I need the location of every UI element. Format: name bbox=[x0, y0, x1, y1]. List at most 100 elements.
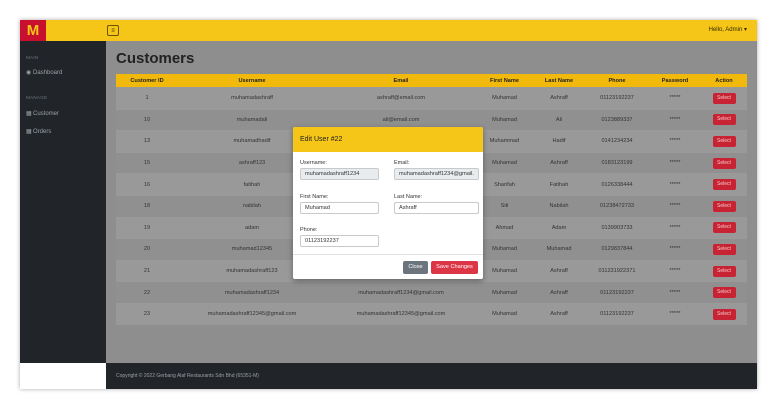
password-cell: ***** bbox=[649, 281, 701, 304]
last-name-cell: Fatihah bbox=[533, 173, 585, 196]
last-name-label: Last Name: bbox=[394, 194, 423, 200]
customer-id-cell: 1 bbox=[116, 87, 178, 110]
action-cell: Select bbox=[701, 281, 747, 304]
select-button[interactable]: Select bbox=[712, 135, 736, 147]
select-button[interactable]: Select bbox=[712, 114, 736, 126]
customer-id-cell: 15 bbox=[116, 151, 178, 174]
customer-id-cell: 22 bbox=[116, 281, 178, 304]
username-cell: muhamadashraff1234 bbox=[178, 281, 326, 304]
customer-id-cell: 20 bbox=[116, 238, 178, 261]
sidebar-section-manage: MANAGE bbox=[26, 95, 48, 100]
select-button[interactable]: Select bbox=[712, 92, 736, 104]
column-header: Email bbox=[326, 74, 476, 88]
username-cell: muhamadashraff bbox=[178, 87, 326, 110]
first-name-label: First Name: bbox=[300, 194, 329, 200]
first-name-field[interactable] bbox=[300, 202, 379, 214]
close-button[interactable]: Close bbox=[403, 261, 428, 274]
last-name-cell: Nabilah bbox=[533, 194, 585, 218]
last-name-cell: Ashraff bbox=[533, 281, 585, 304]
last-name-cell: Ashraff bbox=[533, 302, 585, 325]
sidebar-item-customer[interactable]: ▦Customer bbox=[26, 110, 59, 117]
last-name-field[interactable] bbox=[394, 202, 479, 214]
action-cell: Select bbox=[701, 216, 747, 239]
password-cell: ***** bbox=[649, 130, 701, 153]
last-name-cell: Ashraff bbox=[533, 259, 585, 282]
app-window: M ≡ Hello, Admin ▾ MAIN ◉ Dashboard MANAG… bbox=[20, 20, 757, 389]
select-button[interactable]: Select bbox=[712, 222, 736, 234]
password-cell: ***** bbox=[649, 216, 701, 239]
column-header: Password bbox=[649, 74, 701, 88]
select-button[interactable]: Select bbox=[712, 308, 736, 320]
column-header: Customer ID bbox=[116, 74, 178, 88]
select-button[interactable]: Select bbox=[712, 200, 736, 212]
username-label: Username: bbox=[300, 160, 327, 166]
select-button[interactable]: Select bbox=[712, 287, 736, 299]
first-name-cell: Muhamad bbox=[476, 151, 533, 174]
first-name-cell: Muhamad bbox=[476, 87, 533, 110]
last-name-cell: Ashraff bbox=[533, 87, 585, 110]
customer-id-cell: 16 bbox=[116, 173, 178, 196]
phone-cell: 0123889337 bbox=[585, 108, 649, 131]
sidebar-item-label: Customer bbox=[33, 111, 60, 117]
sidebar-toggle-button[interactable]: ≡ bbox=[107, 25, 119, 36]
footer: Copyright © 2022 Gerbang Alaf Restaurant… bbox=[106, 363, 757, 389]
select-button[interactable]: Select bbox=[712, 243, 736, 255]
phone-cell: 0183123199 bbox=[585, 151, 649, 174]
password-cell: ***** bbox=[649, 238, 701, 261]
edit-user-modal: Edit User #22 Username: Email: First Nam… bbox=[293, 127, 483, 279]
column-header: First Name bbox=[476, 74, 533, 88]
email-cell: muhamadashraff12345@gmail.com bbox=[326, 302, 476, 325]
first-name-cell: Siti bbox=[476, 194, 533, 218]
action-cell: Select bbox=[701, 108, 747, 131]
last-name-cell: Ashraff bbox=[533, 151, 585, 174]
user-menu-dropdown[interactable]: Hello, Admin ▾ bbox=[709, 26, 747, 33]
table-icon: ▦ bbox=[26, 111, 32, 117]
username-field[interactable] bbox=[300, 168, 379, 180]
phone-field[interactable] bbox=[300, 235, 379, 247]
select-button[interactable]: Select bbox=[712, 157, 736, 169]
table-icon: ▦ bbox=[26, 129, 32, 135]
table-header-row: Customer ID Username Email First Name La… bbox=[116, 74, 747, 88]
email-field[interactable] bbox=[394, 168, 479, 180]
first-name-cell: Muhamad bbox=[476, 302, 533, 325]
phone-cell: 0141234234 bbox=[585, 130, 649, 153]
modal-divider bbox=[293, 254, 483, 255]
sidebar-item-label: Orders bbox=[33, 129, 52, 135]
column-header: Username bbox=[178, 74, 326, 88]
last-name-cell: Adam bbox=[533, 216, 585, 239]
phone-cell: 0139903733 bbox=[585, 216, 649, 239]
table-row: 1 muhamadashraff ashraff@email.com Muhamad A… bbox=[116, 87, 747, 110]
action-cell: Select bbox=[701, 238, 747, 261]
last-name-cell: Hadif bbox=[533, 130, 585, 153]
password-cell: ***** bbox=[649, 87, 701, 110]
first-name-cell: Muhamad bbox=[476, 108, 533, 131]
action-cell: Select bbox=[701, 259, 747, 282]
username-cell: muhamadashraff12345@gmail.com bbox=[178, 302, 326, 325]
action-cell: Select bbox=[701, 302, 747, 325]
phone-cell: 01238472733 bbox=[585, 194, 649, 218]
copyright-text: Copyright © 2022 Gerbang Alaf Restaurant… bbox=[116, 373, 259, 379]
action-cell: Select bbox=[701, 87, 747, 110]
sidebar-item-dashboard[interactable]: ◉ Dashboard bbox=[26, 69, 62, 76]
first-name-cell: Ahmad bbox=[476, 216, 533, 239]
last-name-cell: Ali bbox=[533, 108, 585, 131]
email-label: Email: bbox=[394, 160, 410, 166]
action-cell: Select bbox=[701, 130, 747, 153]
phone-cell: 011231922371 bbox=[585, 259, 649, 282]
customer-id-cell: 10 bbox=[116, 108, 178, 131]
customer-id-cell: 18 bbox=[116, 194, 178, 218]
password-cell: ***** bbox=[649, 173, 701, 196]
select-button[interactable]: Select bbox=[712, 179, 736, 191]
phone-label: Phone: bbox=[300, 227, 318, 233]
customer-id-cell: 21 bbox=[116, 259, 178, 282]
sidebar-item-label: Dashboard bbox=[33, 70, 63, 76]
first-name-cell: Muhamad bbox=[476, 259, 533, 282]
password-cell: ***** bbox=[649, 259, 701, 282]
table-row: 22 muhamadashraff1234 muhamadashraff1234@g… bbox=[116, 281, 747, 304]
select-button[interactable]: Select bbox=[712, 265, 736, 277]
customer-id-cell: 19 bbox=[116, 216, 178, 239]
brand-logo[interactable]: M bbox=[20, 20, 46, 41]
save-changes-button[interactable]: Save Changes bbox=[431, 261, 478, 274]
table-row: 23 muhamadashraff12345@gmail.com muhamadas… bbox=[116, 302, 747, 325]
sidebar-item-orders[interactable]: ▦Orders bbox=[26, 128, 51, 135]
